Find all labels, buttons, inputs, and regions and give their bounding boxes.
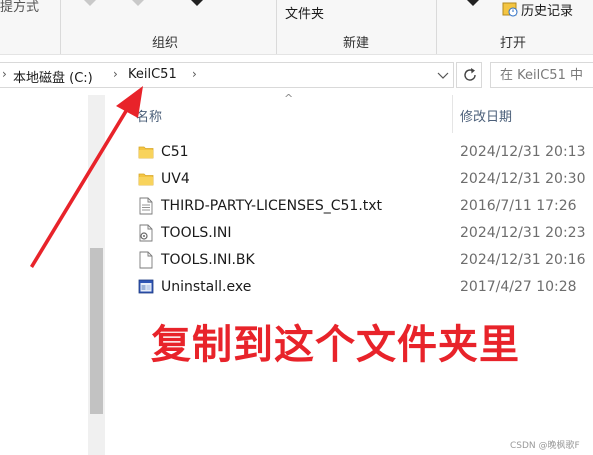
annotation-text: 复制到这个文件夹里 [151,322,520,368]
watermark: CSDN @晚枫歌F [510,441,580,451]
annotation-arrow-icon [30,86,143,268]
